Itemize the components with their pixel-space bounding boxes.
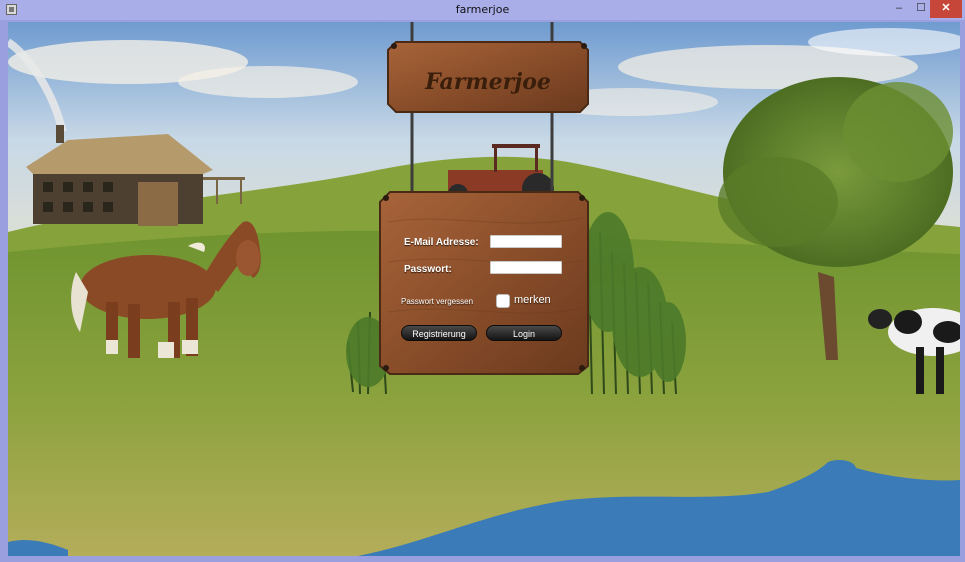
email-label: E-Mail Adresse: [404,237,479,248]
email-field[interactable] [490,235,562,248]
register-button[interactable]: Registrierung [401,325,477,341]
forgot-password-link[interactable]: Passwort vergessen [401,297,473,306]
logo-text: Farmerjoe [424,69,551,95]
window-title: farmerjoe [455,3,510,16]
close-button[interactable]: ✕ [930,0,962,18]
minimize-icon: – [895,2,903,14]
password-label: Passwort: [404,264,452,275]
app-window: farmerjoe – ☐ ✕ Farmerjoe E-Mail Adresse… [0,0,965,562]
close-icon: ✕ [941,2,951,14]
remember-label: merken [514,294,551,306]
title-bar[interactable]: farmerjoe – ☐ ✕ [0,0,965,20]
game-scene: Farmerjoe E-Mail Adresse: Passwort: Pass… [8,22,960,556]
maximize-icon: ☐ [916,2,926,14]
password-field[interactable] [490,261,562,274]
remember-checkbox[interactable] [496,294,510,308]
login-panel: E-Mail Adresse: Passwort: Passwort verge… [380,192,588,374]
login-button[interactable]: Login [486,325,562,341]
